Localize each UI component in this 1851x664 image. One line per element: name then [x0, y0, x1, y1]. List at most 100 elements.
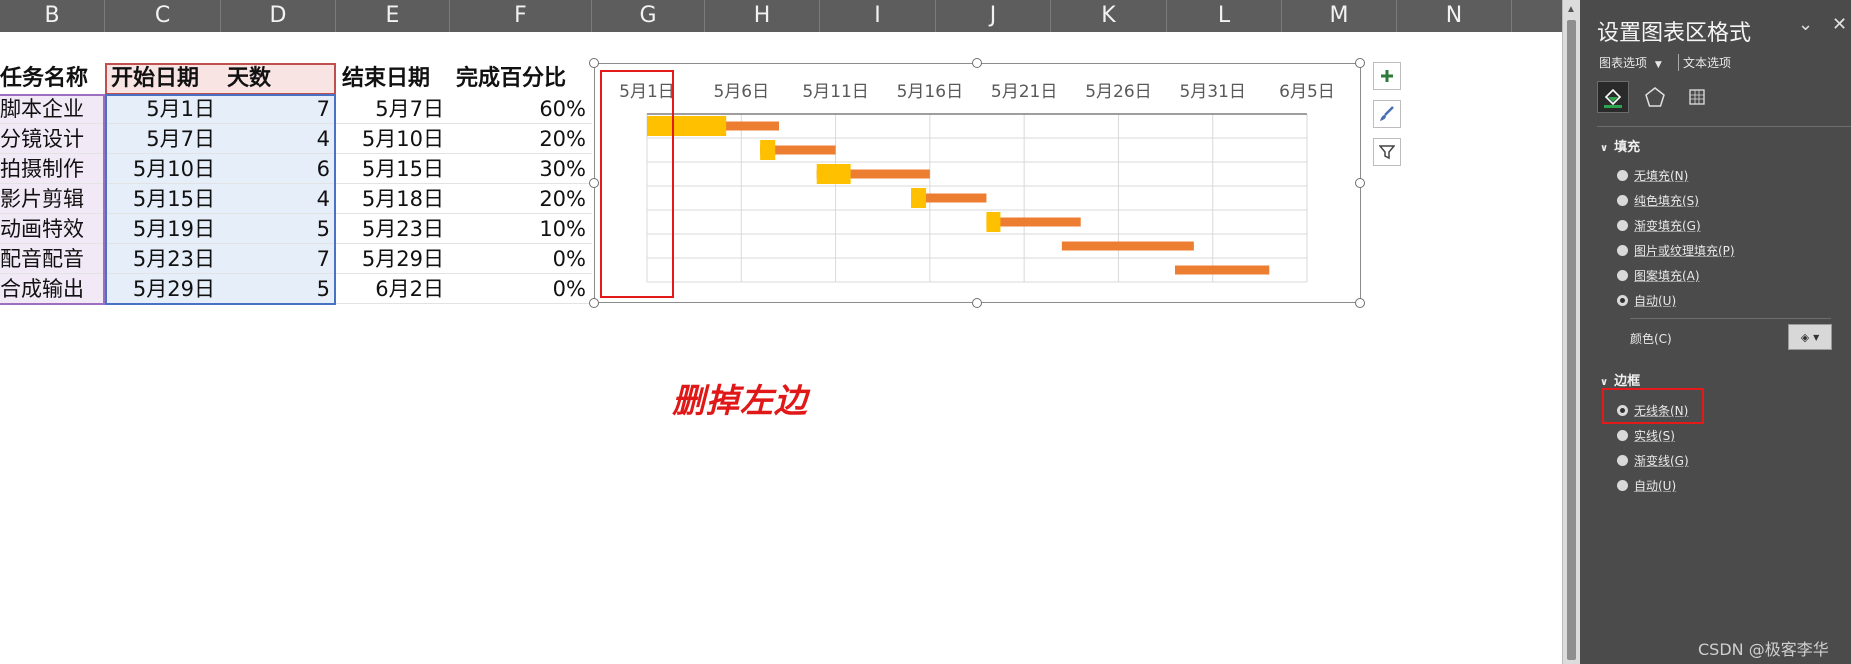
gantt-chart[interactable]: 5月1日 5月6日 5月11日 5月16日 5月21日 5月26日 5月31日 6月5日 [594, 63, 1361, 303]
column-header-M[interactable]: M [1282, 0, 1397, 32]
cell-end[interactable]: 5月18日 [336, 184, 450, 214]
resize-handle-top[interactable] [972, 58, 982, 68]
column-header-I[interactable]: I [820, 0, 936, 32]
column-header-bar: BCDEFGHIJKLMN [0, 0, 1562, 32]
x-tick-label: 5月1日 [619, 82, 675, 102]
effects-tab[interactable] [1639, 81, 1671, 113]
cell-pct[interactable]: 30% [450, 154, 592, 184]
radio-option[interactable]: 自动(U) [1617, 477, 1676, 494]
chevron-down-icon[interactable]: ⌄ [1798, 14, 1813, 35]
column-header-J[interactable]: J [936, 0, 1051, 32]
size-properties-tab[interactable] [1681, 81, 1713, 113]
radio-button[interactable] [1617, 295, 1628, 306]
radio-option[interactable]: 渐变线(G) [1617, 452, 1689, 469]
cell-pct[interactable]: 10% [450, 214, 592, 244]
cell-end[interactable]: 5月23日 [336, 214, 450, 244]
radio-button[interactable] [1617, 245, 1628, 256]
bar-progress [911, 188, 927, 208]
cell-end[interactable]: 5月15日 [336, 154, 450, 184]
header-cell-pct[interactable]: 完成百分比 [450, 64, 592, 94]
annotation-text: 删掉左边 [672, 381, 808, 420]
bar-duration [986, 217, 1081, 227]
radio-option[interactable]: 图片或纹理填充(P) [1617, 242, 1735, 259]
resize-handle-bottom-right[interactable] [1355, 298, 1365, 308]
cell-pct[interactable]: 20% [450, 184, 592, 214]
column-header-N[interactable]: N [1397, 0, 1512, 32]
resize-handle-top-left[interactable] [589, 58, 599, 68]
chevron-down-icon: ∨ [1600, 377, 1609, 388]
vertical-scrollbar[interactable]: ▲ [1562, 0, 1580, 664]
column-header-L[interactable]: L [1167, 0, 1282, 32]
radio-button[interactable] [1617, 270, 1628, 281]
header-cell-task[interactable]: 任务名称 [0, 64, 105, 94]
spreadsheet-grid[interactable]: BCDEFGHIJKLMN 任务名称 开始日期 天数 结束日期 完成百分比 脚本企业 5月1… [0, 0, 1562, 664]
scroll-up-icon[interactable]: ▲ [1566, 4, 1576, 15]
cell-pct[interactable]: 0% [450, 274, 592, 304]
resize-handle-bottom[interactable] [972, 298, 982, 308]
radio-option[interactable]: 图案填充(A) [1617, 267, 1700, 284]
column-header-K[interactable]: K [1051, 0, 1167, 32]
resize-handle-bottom-left[interactable] [589, 298, 599, 308]
radio-option[interactable]: 实线(S) [1617, 427, 1675, 444]
pane-title: 设置图表区格式 [1597, 21, 1752, 46]
cell-end[interactable]: 5月7日 [336, 94, 450, 124]
resize-handle-left[interactable] [589, 178, 599, 188]
tab-chart-options[interactable]: 图表选项 ▼ [1599, 54, 1662, 71]
cell-end[interactable]: 5月10日 [336, 124, 450, 154]
cell-pct[interactable]: 60% [450, 94, 592, 124]
border-section-header[interactable]: ∨ 边框 [1600, 370, 1640, 389]
radio-button[interactable] [1617, 480, 1628, 491]
radio-option[interactable]: 纯色填充(S) [1617, 192, 1699, 209]
radio-label: 无填充(N) [1634, 169, 1689, 183]
pane-divider [1630, 318, 1831, 319]
x-tick-label: 5月6日 [713, 82, 770, 102]
column-header-B[interactable]: B [0, 0, 105, 32]
cell-end[interactable]: 5月29日 [336, 244, 450, 274]
selection-border-red [105, 63, 336, 95]
radio-option[interactable]: 自动(U) [1617, 292, 1676, 309]
column-header-E[interactable]: E [336, 0, 450, 32]
x-tick-label: 6月5日 [1279, 82, 1335, 102]
fill-line-tab[interactable] [1597, 81, 1629, 113]
radio-label: 图案填充(A) [1634, 269, 1700, 283]
x-tick-label: 5月11日 [802, 82, 869, 102]
cell-pct[interactable]: 0% [450, 244, 592, 274]
column-header-F[interactable]: F [450, 0, 592, 32]
color-label: 颜色(C) [1630, 332, 1672, 346]
color-picker-button[interactable]: ◈ ▼ [1788, 324, 1832, 350]
radio-button[interactable] [1617, 220, 1628, 231]
resize-handle-top-right[interactable] [1355, 58, 1365, 68]
column-header-D[interactable]: D [221, 0, 336, 32]
cell-pct[interactable]: 20% [450, 124, 592, 154]
radio-option[interactable]: 无填充(N) [1617, 167, 1688, 184]
fill-section-header[interactable]: ∨ 填充 [1600, 136, 1640, 155]
close-icon[interactable]: ✕ [1832, 14, 1847, 35]
paint-bucket-icon [1604, 88, 1622, 108]
column-header-G[interactable]: G [592, 0, 705, 32]
format-chart-area-pane: 设置图表区格式 ⌄ ✕ 图表选项 ▼ 文本选项 ∨ 填充 无填充(N) 纯色填充(S… [1580, 0, 1851, 664]
cell-end[interactable]: 6月2日 [336, 274, 450, 304]
highlight-box-left-axis [600, 70, 674, 298]
radio-button[interactable] [1617, 170, 1628, 181]
radio-option[interactable]: 渐变填充(G) [1617, 217, 1701, 234]
chart-styles-button[interactable] [1373, 100, 1401, 128]
bar-duration [1061, 241, 1194, 251]
radio-label: 纯色填充(S) [1634, 194, 1699, 208]
column-header-H[interactable]: H [705, 0, 820, 32]
header-cell-end[interactable]: 结束日期 [336, 64, 450, 94]
tab-text-options[interactable]: 文本选项 [1678, 54, 1731, 71]
plus-icon [1381, 70, 1393, 82]
chart-elements-button[interactable] [1373, 62, 1401, 90]
pentagon-icon [1645, 87, 1665, 107]
resize-handle-right[interactable] [1355, 178, 1365, 188]
scrollbar-thumb[interactable] [1567, 20, 1576, 660]
chart-filters-button[interactable] [1373, 138, 1401, 166]
radio-button[interactable] [1617, 195, 1628, 206]
radio-button[interactable] [1617, 455, 1628, 466]
radio-button[interactable] [1617, 430, 1628, 441]
bar-duration [1175, 265, 1270, 275]
column-header-C[interactable]: C [105, 0, 221, 32]
x-tick-label: 5月26日 [1085, 82, 1152, 102]
bar-progress [816, 164, 851, 184]
x-tick-label: 5月16日 [896, 82, 964, 102]
